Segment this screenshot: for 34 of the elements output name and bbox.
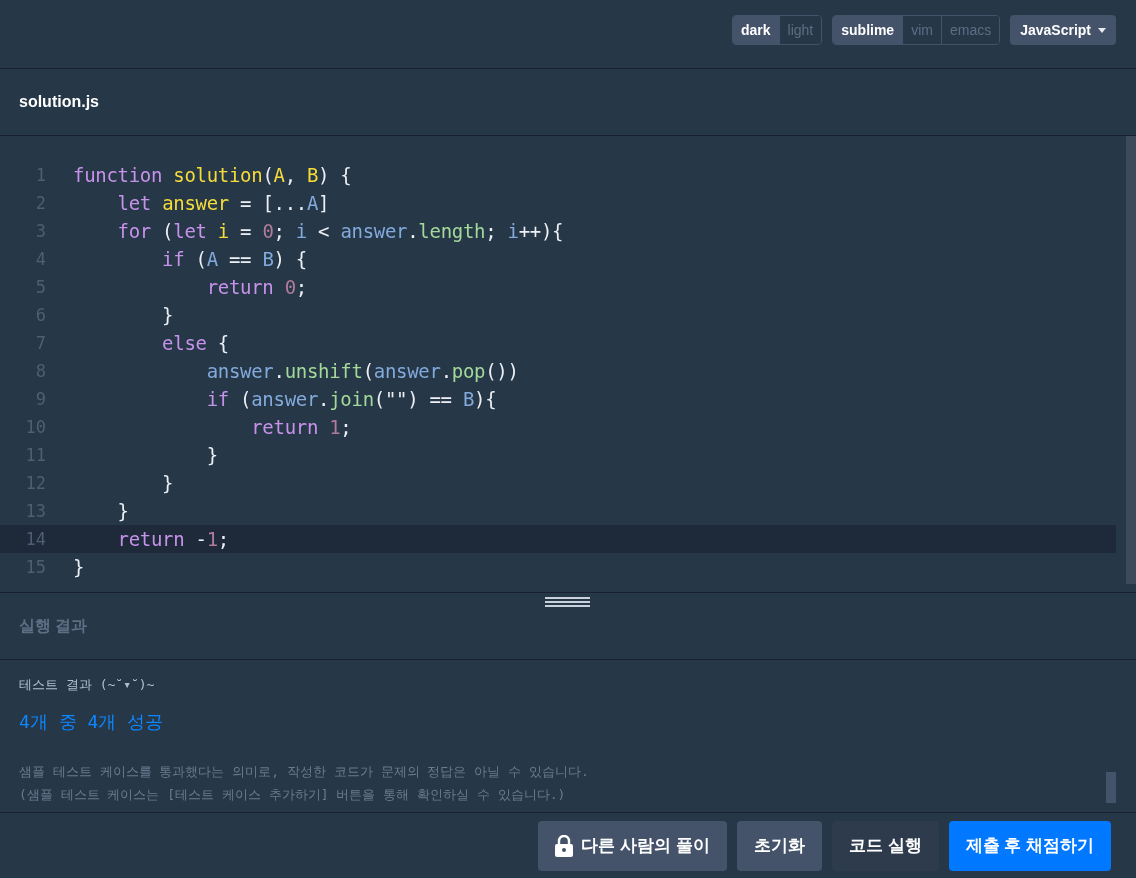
resize-handle-icon[interactable]: [545, 597, 590, 607]
code-line: answer.unshift(answer.pop()): [205, 360, 519, 382]
code-line: let answer = [...A]: [116, 192, 330, 214]
language-dropdown[interactable]: JavaScript: [1010, 15, 1116, 45]
scrollbar-thumb[interactable]: [1106, 772, 1116, 803]
code-line: if (A == B) {: [161, 248, 307, 270]
code-line: return 1;: [250, 416, 352, 438]
result-title: 실행 결과: [19, 615, 88, 636]
code-line: return 0;: [205, 276, 307, 298]
lock-icon: [555, 834, 574, 857]
run-button[interactable]: 코드 실행: [831, 820, 939, 871]
code-line: function solution(A, B) {: [72, 164, 352, 186]
code-line: }: [161, 472, 174, 494]
scrollbar[interactable]: [1126, 136, 1136, 584]
code-line: }: [205, 444, 218, 466]
test-summary: 4개 중 4개 성공: [19, 710, 165, 734]
code-line: }: [72, 556, 85, 578]
line-number: 14: [24, 529, 46, 549]
solutions-button[interactable]: 다른 사람의 풀이: [538, 820, 727, 871]
code-line: return -1;: [116, 528, 229, 550]
reset-button[interactable]: 초기화: [736, 820, 822, 871]
result-note: (샘플 테스트 케이스는 [테스트 케이스 추가하기] 버튼을 통해 확인하실 수 있습니다.): [19, 786, 567, 804]
keymap-option[interactable]: sublime: [833, 16, 903, 44]
code-line: if (answer.join("") == B){: [205, 388, 497, 410]
code-line: for (let i = 0; i < answer.length; i++){: [116, 220, 564, 242]
submit-button[interactable]: 제출 후 채점하기: [948, 820, 1111, 871]
file-tab[interactable]: solution.js: [19, 93, 99, 111]
result-note: 샘플 테스트 케이스를 통과했다는 의미로, 작성한 코드가 문제의 정답은 아닐 수 있습니다.: [19, 763, 590, 781]
theme-option[interactable]: dark: [733, 16, 779, 44]
code-line: }: [161, 304, 174, 326]
code-line: }: [116, 500, 129, 522]
code-line: else {: [161, 332, 229, 354]
test-heading: 테스트 결과 (~˘▾˘)~: [19, 676, 156, 694]
caret-icon: [1098, 27, 1106, 33]
